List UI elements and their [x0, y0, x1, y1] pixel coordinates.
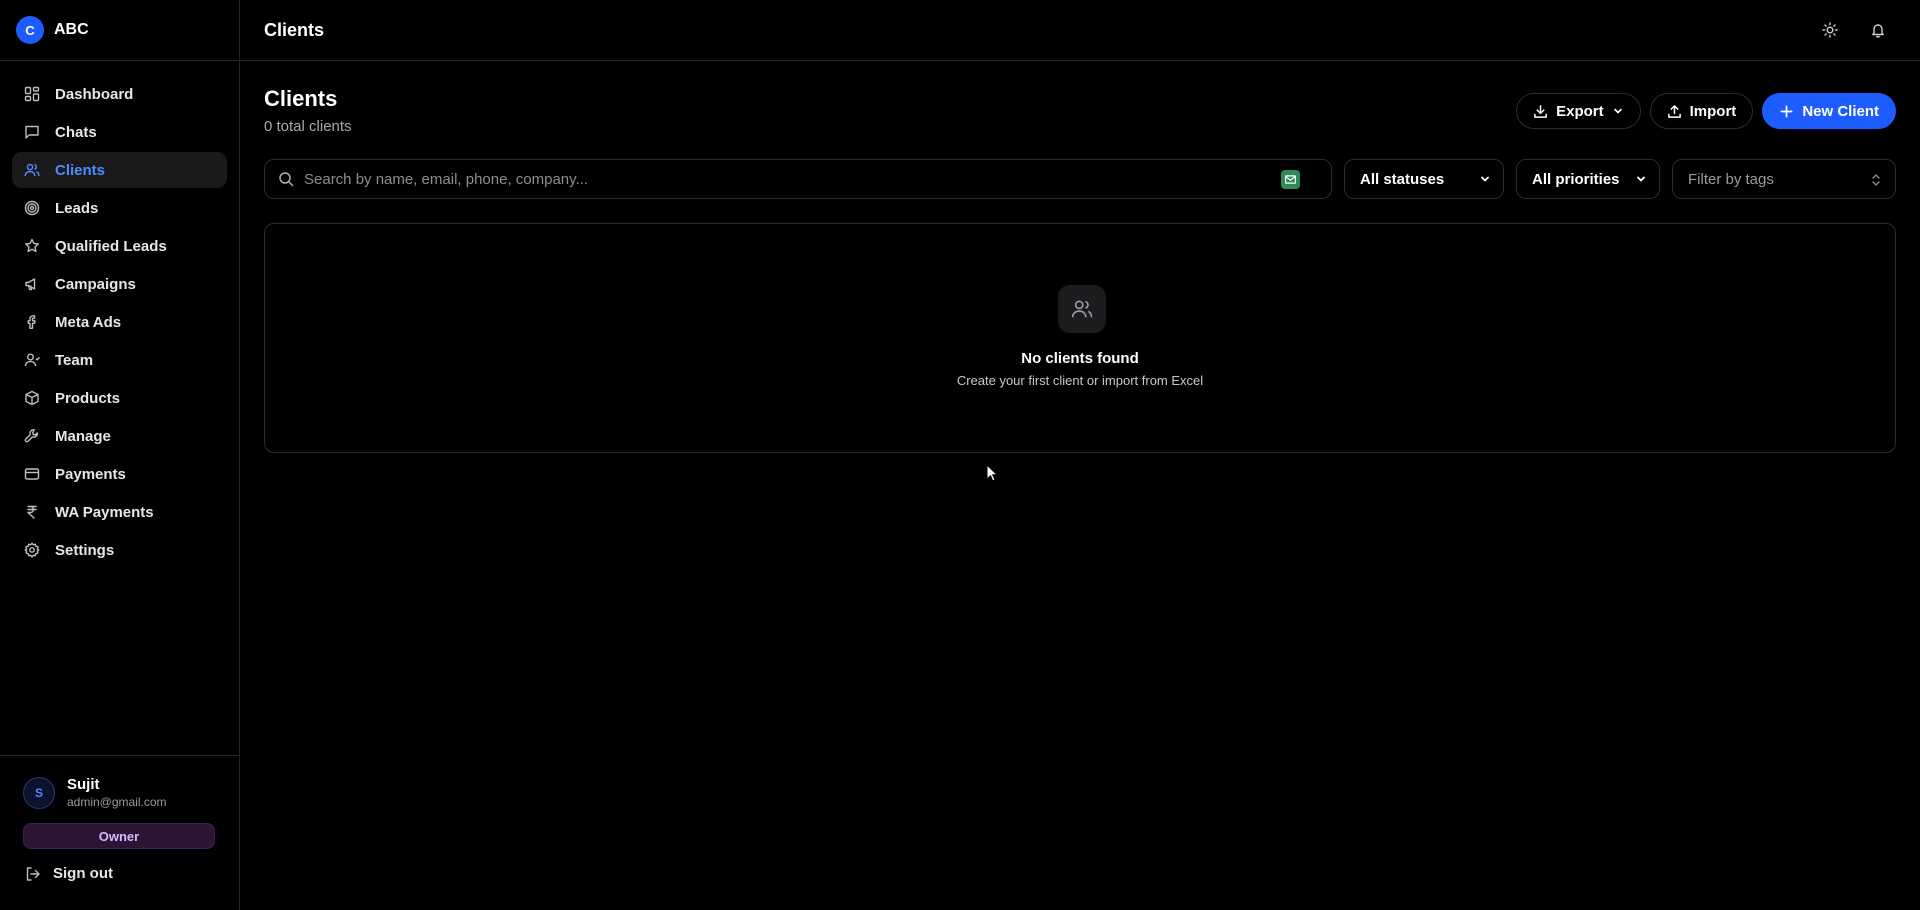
- bell-icon: [1872, 24, 1884, 38]
- sidebar-item-manage[interactable]: Manage: [12, 418, 227, 454]
- sidebar-item-payments[interactable]: Payments: [12, 456, 227, 492]
- user-email: admin@gmail.com: [67, 795, 167, 809]
- search-icon: [279, 172, 294, 187]
- app: C ABC Dashboard Chats Clients Leads Qual…: [0, 0, 1920, 910]
- import-label: Import: [1689, 102, 1737, 120]
- sidebar-item-label: Qualified Leads: [55, 237, 167, 255]
- upload-icon: [1667, 104, 1681, 118]
- sidebar-item-label: Payments: [55, 465, 126, 483]
- user-meta: Sujit admin@gmail.com: [67, 776, 167, 809]
- sidebar-item-dashboard[interactable]: Dashboard: [12, 76, 227, 112]
- priority-select[interactable]: All priorities: [1516, 159, 1660, 199]
- gear-icon: [24, 542, 40, 558]
- user-name: Sujit: [67, 776, 100, 793]
- sidebar-item-label: WA Payments: [55, 503, 154, 521]
- plus-icon: [1780, 105, 1793, 117]
- wrench-icon: [24, 428, 40, 444]
- sidebar-nav: Dashboard Chats Clients Leads Qualified …: [0, 61, 239, 568]
- megaphone-icon: [24, 276, 40, 292]
- sidebar-item-products[interactable]: Products: [12, 380, 227, 416]
- status-select-value: All statuses: [1360, 170, 1445, 188]
- sidebar-item-clients[interactable]: Clients: [12, 152, 227, 188]
- page-subtitle: 0 total clients: [264, 118, 352, 135]
- chevron-down-icon: [1637, 176, 1645, 182]
- avatar: S: [23, 776, 55, 809]
- users-icon: [1058, 285, 1106, 333]
- import-button[interactable]: Import: [1649, 93, 1754, 129]
- sidebar-footer: S Sujit admin@gmail.com Owner Sign out: [0, 755, 239, 910]
- theme-toggle-button[interactable]: [1818, 18, 1842, 42]
- sidebar-item-label: Team: [55, 351, 94, 369]
- topbar-actions: [1818, 18, 1890, 42]
- notifications-button[interactable]: [1866, 18, 1890, 42]
- new-client-button[interactable]: New Client: [1762, 93, 1896, 129]
- sign-out-label: Sign out: [53, 865, 113, 882]
- star-icon: [24, 238, 40, 254]
- users-icon: [24, 162, 40, 178]
- sidebar: C ABC Dashboard Chats Clients Leads Qual…: [0, 0, 240, 910]
- sidebar-item-label: Dashboard: [55, 85, 134, 103]
- sidebar-item-settings[interactable]: Settings: [12, 532, 227, 568]
- empty-state-title: No clients found: [1021, 350, 1139, 367]
- mouse-cursor-icon: [986, 464, 998, 482]
- empty-state: No clients found Create your first clien…: [264, 223, 1896, 453]
- priority-select-value: All priorities: [1532, 170, 1620, 188]
- tags-filter-placeholder: Filter by tags: [1688, 170, 1774, 188]
- empty-state-description: Create your first client or import from …: [956, 373, 1204, 388]
- brand-name: ABC: [54, 21, 89, 38]
- chevron-down-icon: [1481, 176, 1489, 182]
- export-button[interactable]: Export: [1516, 93, 1641, 129]
- sidebar-item-label: Clients: [55, 161, 106, 179]
- sidebar-item-wa-payments[interactable]: WA Payments: [12, 494, 227, 530]
- chevron-down-icon: [1613, 108, 1622, 114]
- topbar-title: Clients: [264, 19, 325, 40]
- sun-icon: [1822, 22, 1838, 38]
- logout-icon: [26, 866, 40, 881]
- email-extension-icon[interactable]: [1281, 170, 1300, 189]
- new-client-label: New Client: [1802, 102, 1879, 120]
- brand[interactable]: C ABC: [0, 0, 239, 61]
- user-profile[interactable]: S Sujit admin@gmail.com: [0, 756, 239, 809]
- search-box[interactable]: [264, 159, 1332, 199]
- sidebar-item-leads[interactable]: Leads: [12, 190, 227, 226]
- search-input[interactable]: [304, 170, 1264, 188]
- page-title: Clients: [264, 86, 338, 111]
- filter-bar: All statuses All priorities Filter by ta…: [264, 159, 1896, 201]
- sidebar-item-label: Chats: [55, 123, 97, 141]
- dashboard-icon: [24, 86, 40, 102]
- sidebar-item-label: Manage: [55, 427, 111, 445]
- sidebar-item-label: Meta Ads: [55, 313, 122, 331]
- sidebar-item-meta-ads[interactable]: Meta Ads: [12, 304, 227, 340]
- status-select[interactable]: All statuses: [1344, 159, 1504, 199]
- sidebar-item-label: Products: [55, 389, 121, 407]
- facebook-icon: [24, 314, 40, 330]
- topbar: Clients: [240, 0, 1920, 61]
- package-icon: [24, 390, 40, 406]
- export-label: Export: [1556, 102, 1604, 120]
- sidebar-item-label: Leads: [55, 199, 99, 217]
- role-badge: Owner: [23, 823, 215, 849]
- sign-out-button[interactable]: Sign out: [0, 849, 239, 882]
- sidebar-item-chats[interactable]: Chats: [12, 114, 227, 150]
- download-icon: [1534, 104, 1547, 118]
- sidebar-item-label: Campaigns: [55, 275, 136, 293]
- brand-logo: C: [16, 16, 44, 44]
- target-icon: [24, 200, 40, 216]
- sidebar-item-label: Settings: [55, 541, 115, 559]
- page-actions: Export Import New Client: [1516, 93, 1896, 129]
- credit-card-icon: [24, 466, 40, 482]
- rupee-icon: [24, 504, 40, 520]
- sidebar-item-campaigns[interactable]: Campaigns: [12, 266, 227, 302]
- chevrons-up-down-icon: [1872, 174, 1880, 186]
- sidebar-item-qualified-leads[interactable]: Qualified Leads: [12, 228, 227, 264]
- sidebar-item-team[interactable]: Team: [12, 342, 227, 378]
- user-icon: [24, 352, 40, 368]
- chat-icon: [24, 124, 40, 140]
- tags-filter[interactable]: Filter by tags: [1672, 159, 1896, 199]
